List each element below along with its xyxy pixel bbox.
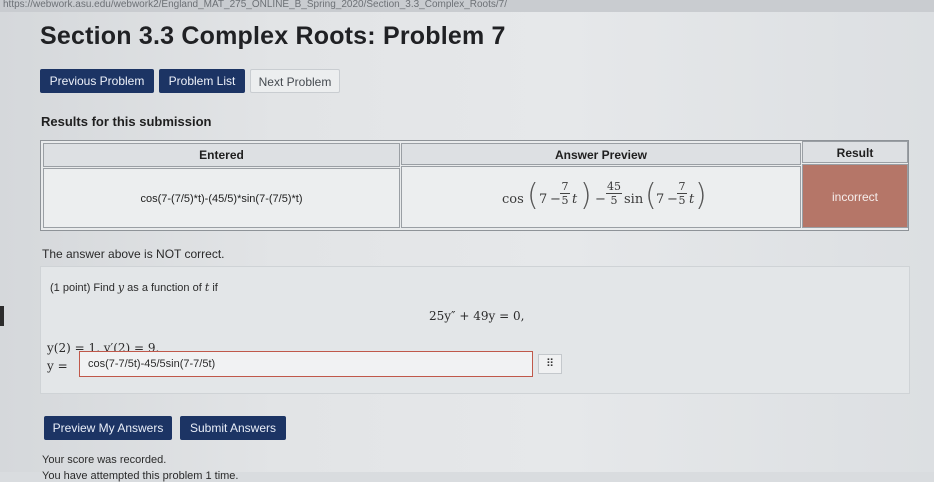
preview-seven-2: 7 [656, 192, 665, 207]
url-text: https://webwork.asu.edu/webwork2/England… [3, 0, 508, 10]
preview-t-1: t [572, 192, 578, 207]
preview-fraction-2: 45 5 [606, 180, 622, 207]
equation-editor-icon[interactable]: ⠿ [538, 354, 562, 374]
preview-fraction-1: 7 5 [560, 180, 570, 207]
result-status-cell: incorrect [802, 164, 908, 228]
next-problem-button[interactable]: Next Problem [250, 69, 340, 93]
result-header: Result [802, 141, 908, 163]
answer-preview-math: cos ( 7 − 7 5 t ) − 45 5 sin (7 − 7 5 t… [502, 175, 707, 223]
page-body: Section 3.3 Complex Roots: Problem 7 Pre… [0, 12, 934, 482]
entered-answer-cell: cos(7-(7/5)*t)-(45/5)*sin(7-(7/5)*t) [43, 168, 400, 228]
preview-sin: sin [624, 192, 644, 207]
preview-open-paren-2: ( [645, 178, 657, 213]
entered-header: Entered [43, 143, 400, 167]
page-title: Section 3.3 Complex Roots: Problem 7 [40, 22, 506, 50]
preview-fraction-3: 7 5 [677, 180, 687, 207]
problem-statement-box: (1 point) Find y as a function of t if 2… [40, 266, 910, 394]
page-edge-marker [0, 306, 4, 326]
submit-answers-button[interactable]: Submit Answers [180, 416, 286, 440]
results-table: Entered Answer Preview Result cos(7-(7/5… [40, 140, 909, 231]
answer-feedback-text: The answer above is NOT correct. [42, 247, 225, 261]
preview-minus-2: − [595, 192, 606, 207]
answer-input[interactable]: cos(7-7/5t)-45/5sin(7-7/5t) [79, 351, 533, 377]
results-heading: Results for this submission [41, 114, 212, 129]
preview-close-paren-2: ) [695, 178, 707, 213]
problem-statement: (1 point) Find y as a function of t if [50, 281, 218, 294]
answer-label: y = [47, 359, 68, 373]
browser-url-bar[interactable]: https://webwork.asu.edu/webwork2/England… [0, 0, 934, 12]
preview-open-paren-1: ( [527, 178, 539, 213]
score-recorded-text: Your score was recorded. [42, 454, 167, 466]
previous-problem-button[interactable]: Previous Problem [40, 69, 154, 93]
problem-list-button[interactable]: Problem List [159, 69, 245, 93]
preview-answers-button[interactable]: Preview My Answers [44, 416, 172, 440]
preview-close-paren-1: ) [580, 178, 592, 213]
differential-equation: 25y″ + 49y = 0, [429, 309, 525, 323]
answer-preview-header: Answer Preview [401, 143, 801, 165]
preview-t-2: t [689, 192, 695, 207]
preview-seven-1: 7 [539, 192, 548, 207]
preview-cos: cos [502, 192, 524, 207]
answer-preview-cell: cos ( 7 − 7 5 t ) − 45 5 sin (7 − 7 5 t… [401, 166, 801, 228]
